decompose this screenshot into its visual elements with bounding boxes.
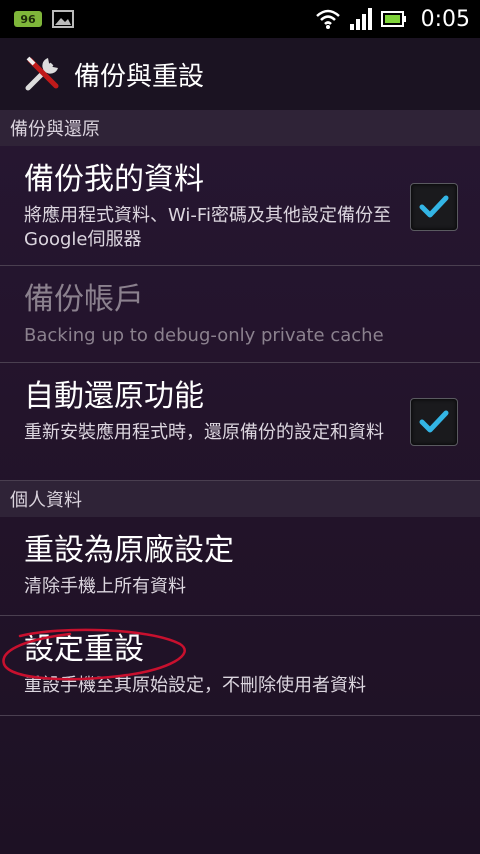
section-header-personal: 個人資料 bbox=[0, 481, 480, 517]
battery-icon bbox=[380, 11, 406, 27]
clock: 0:05 bbox=[420, 6, 470, 32]
backup-data-checkbox[interactable] bbox=[410, 183, 458, 231]
settings-list: 備份與還原 備份我的資料 將應用程式資料、Wi-Fi密碼及其他設定備份至Goog… bbox=[0, 110, 480, 854]
image-icon bbox=[52, 10, 74, 28]
pref-title: 自動還原功能 bbox=[24, 379, 204, 414]
pref-settings-reset[interactable]: 設定重設 重設手機至其原始設定，不刪除使用者資料 bbox=[0, 616, 480, 716]
pref-title: 重設為原廠設定 bbox=[24, 533, 234, 568]
pref-factory-reset[interactable]: 重設為原廠設定 清除手機上所有資料 bbox=[0, 517, 480, 616]
action-bar: 備份與重設 bbox=[0, 38, 480, 110]
pref-summary: 清除手機上所有資料 bbox=[24, 576, 186, 597]
checkmark-icon bbox=[419, 410, 449, 433]
pref-title: 備份我的資料 bbox=[24, 162, 204, 197]
pref-title: 設定重設 bbox=[24, 632, 144, 667]
section-header-backup: 備份與還原 bbox=[0, 110, 480, 146]
pref-summary: 重設手機至其原始設定，不刪除使用者資料 bbox=[24, 675, 366, 696]
page-title: 備份與重設 bbox=[74, 61, 205, 92]
pref-summary: 重新安裝應用程式時，還原備份的設定和資料 bbox=[24, 422, 384, 443]
pref-backup-my-data[interactable]: 備份我的資料 將應用程式資料、Wi-Fi密碼及其他設定備份至Google伺服器 bbox=[0, 146, 480, 266]
pref-summary: Backing up to debug-only private cache bbox=[24, 325, 384, 346]
auto-restore-checkbox[interactable] bbox=[410, 398, 458, 446]
pref-title: 備份帳戶 bbox=[24, 282, 144, 317]
pref-auto-restore[interactable]: 自動還原功能 重新安裝應用程式時，還原備份的設定和資料 bbox=[0, 363, 480, 481]
pref-summary: 將應用程式資料、Wi-Fi密碼及其他設定備份至Google伺服器 bbox=[24, 205, 391, 250]
signal-icon bbox=[349, 8, 372, 30]
status-bar: 96 0:05 bbox=[0, 0, 480, 38]
wifi-icon bbox=[315, 9, 340, 29]
pref-backup-account: 備份帳戶 Backing up to debug-only private ca… bbox=[0, 266, 480, 363]
tools-icon[interactable] bbox=[22, 54, 62, 94]
battery-notification-icon: 96 bbox=[14, 11, 42, 27]
checkmark-icon bbox=[419, 195, 449, 218]
